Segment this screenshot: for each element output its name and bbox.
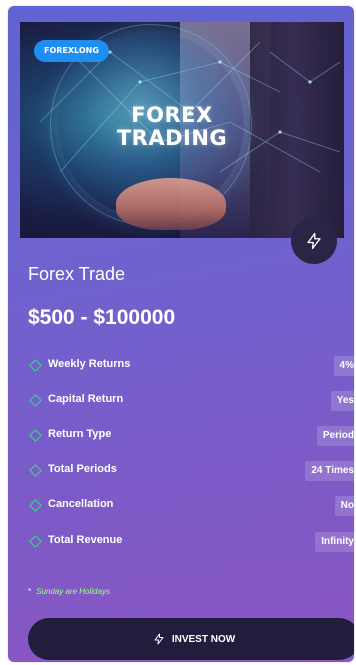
plan-card: FOREX TRADING FOREXLONG Forex Trade $500… — [8, 6, 354, 662]
diamond-icon — [29, 464, 42, 477]
feature-row: Weekly Returns 4% — [28, 356, 354, 376]
feature-label: Return Type — [48, 428, 112, 440]
holiday-note: * Sunday are Holidays — [28, 587, 110, 596]
plan-name: Forex Trade — [28, 264, 126, 284]
feature-row: Return Type Period — [28, 426, 354, 446]
invest-now-button[interactable]: INVEST NOW — [28, 618, 354, 660]
bolt-button[interactable] — [291, 218, 337, 264]
feature-row: Total Revenue Infinity — [28, 532, 354, 552]
feature-label: Weekly Returns — [48, 358, 131, 370]
diamond-icon — [29, 359, 42, 372]
diamond-icon — [29, 499, 42, 512]
feature-row: Capital Return Yes — [28, 391, 354, 411]
lightning-bolt-icon — [307, 232, 321, 250]
feature-value: 4% — [333, 356, 354, 376]
note-text: Sunday are Holidays — [36, 587, 110, 596]
feature-label: Capital Return — [48, 393, 124, 405]
feature-label: Total Revenue — [48, 534, 123, 546]
diamond-icon — [29, 535, 42, 548]
lightning-bolt-icon — [154, 633, 164, 645]
feature-label: Total Periods — [48, 463, 117, 475]
category-badge: FOREXLONG — [34, 40, 109, 62]
feature-value: Period — [316, 426, 354, 446]
invest-now-label: INVEST NOW — [171, 633, 236, 645]
price-range: $500 - $100000 — [28, 306, 176, 329]
diamond-icon — [29, 429, 42, 442]
feature-value: 24 Times — [305, 461, 354, 481]
note-asterisk: * — [28, 587, 32, 596]
feature-row: Cancellation No — [28, 496, 354, 516]
diamond-icon — [29, 394, 42, 407]
feature-row: Total Periods 24 Times — [28, 461, 354, 481]
feature-value: Yes — [330, 391, 354, 411]
feature-value: No — [334, 496, 354, 516]
feature-value: Infinity — [315, 532, 354, 552]
feature-label: Cancellation — [48, 498, 114, 510]
hero-title: FOREX TRADING — [116, 103, 228, 150]
